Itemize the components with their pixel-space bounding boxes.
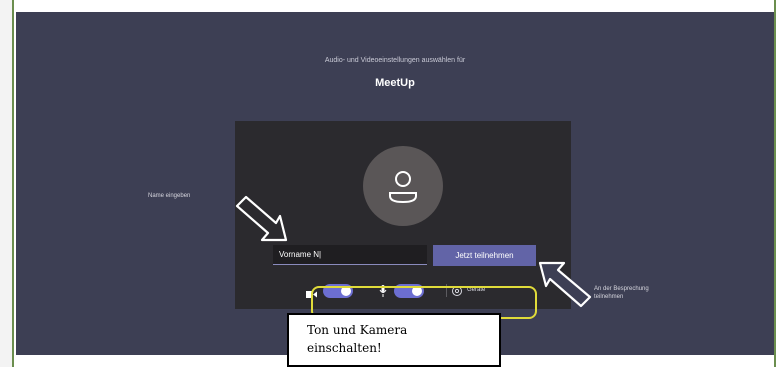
callout-line1: Ton und Kamera xyxy=(307,323,408,337)
preview-card: Jetzt teilnehmen Geräte xyxy=(235,121,571,309)
meeting-title: MeetUp xyxy=(375,77,415,89)
name-hint-label: Name eingeben xyxy=(148,193,191,199)
screenshot: Audio- und Videoeinstellungen auswählen … xyxy=(0,0,776,367)
callout-line2: einschalten! xyxy=(307,341,382,355)
callout-box: Ton und Kamera einschalten! xyxy=(287,313,501,367)
join-hint-label-line1: An der Besprechung xyxy=(594,286,649,292)
user-avatar-icon xyxy=(363,146,443,226)
name-input[interactable] xyxy=(273,245,427,265)
page-left-border xyxy=(0,0,14,367)
join-hint-label-line2: teilnehmen xyxy=(594,294,624,300)
meeting-prejoin-screen: Audio- und Videoeinstellungen auswählen … xyxy=(16,12,774,355)
join-now-button[interactable]: Jetzt teilnehmen xyxy=(433,245,536,266)
settings-subtitle: Audio- und Videoeinstellungen auswählen … xyxy=(324,57,466,64)
